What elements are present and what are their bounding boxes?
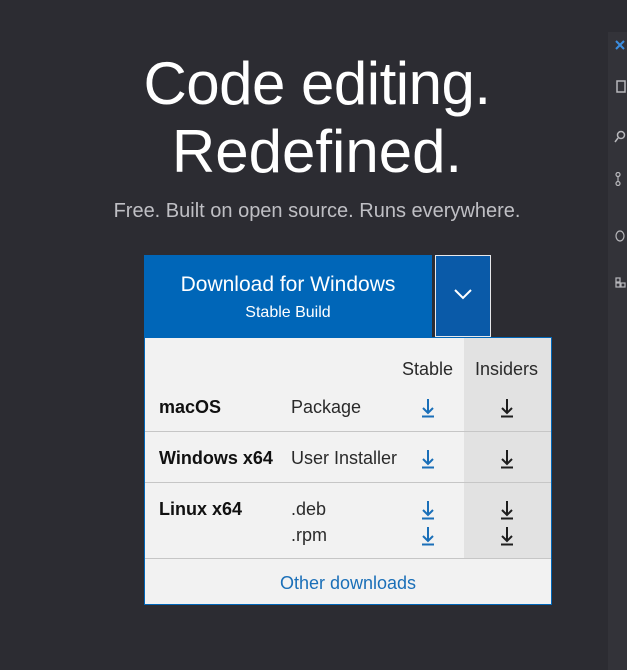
extensions-icon[interactable] [614,276,626,290]
download-arrow-icon[interactable] [420,449,436,469]
download-button-sublabel: Stable Build [245,304,331,321]
download-windows-button[interactable]: Download for Windows Stable Build [144,255,432,337]
close-icon[interactable] [614,38,626,52]
chevron-down-icon [454,289,472,300]
search-icon[interactable] [614,130,626,144]
package-label: .deb [291,499,327,519]
row-divider [145,482,551,483]
download-arrow-icon[interactable] [420,500,436,520]
files-icon[interactable] [614,80,626,94]
download-arrow-icon[interactable] [499,398,515,418]
download-arrow-icon[interactable] [499,449,515,469]
download-arrow-icon[interactable] [499,500,515,520]
os-label-linux: Linux x64 [159,499,243,519]
other-downloads-link[interactable]: Other downloads [145,573,551,594]
tagline: Free. Built on open source. Runs everywh… [113,200,521,222]
hero-line1: Code editing. [143,50,491,117]
stable-header: Stable [402,359,454,379]
download-arrow-icon[interactable] [420,398,436,418]
package-label: Package [291,397,362,417]
download-button-label: Download for Windows [180,273,396,296]
package-label: User Installer [291,448,398,468]
download-options-toggle[interactable] [435,255,491,337]
row-divider [145,431,551,432]
download-dropdown: Stable Insiders macOS Package Windows x6… [144,337,552,605]
download-arrow-icon[interactable] [420,526,436,546]
debug-icon[interactable] [614,228,626,242]
download-arrow-icon[interactable] [499,526,515,546]
source-control-icon[interactable] [614,172,626,186]
activity-bar-edge [608,32,627,670]
os-label-windows: Windows x64 [159,448,273,468]
os-label-macos: macOS [159,397,222,417]
hero-line2: Redefined. [171,118,463,185]
package-label: .rpm [291,525,327,545]
insiders-header: Insiders [475,359,539,379]
row-divider [145,558,551,559]
